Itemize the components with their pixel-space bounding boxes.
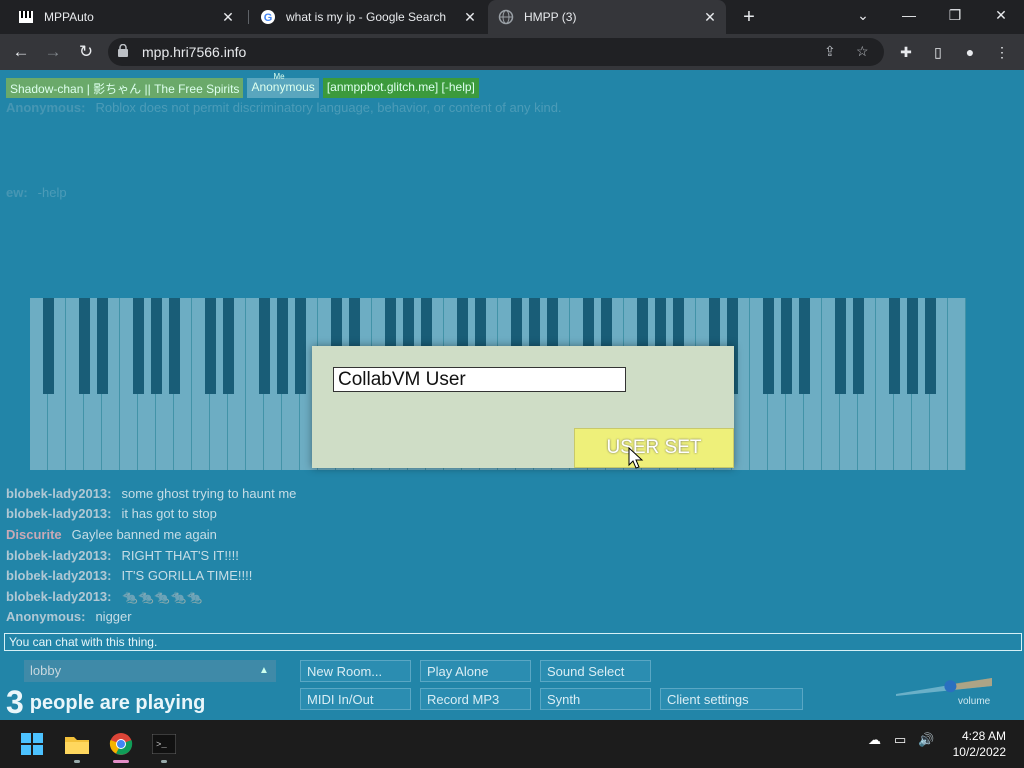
chat-message: blobek-lady2013: some ghost trying to hau…	[6, 486, 297, 501]
chrome-icon[interactable]	[107, 730, 135, 758]
black-key[interactable]	[762, 298, 774, 394]
terminal-icon[interactable]: >_	[150, 730, 178, 758]
network-off-icon[interactable]: ☁	[868, 732, 881, 748]
chat-message: blobek-lady2013: IT'S GORILLA TIME!!!!	[6, 568, 253, 583]
volume-label: volume	[958, 696, 991, 707]
tab-google-search[interactable]: G what is my ip - Google Search ✕	[250, 0, 486, 34]
tab-search-icon[interactable]: ⌄	[840, 0, 886, 30]
black-key[interactable]	[42, 298, 54, 394]
tab-title: what is my ip - Google Search	[286, 10, 447, 24]
close-tab-icon[interactable]: ✕	[702, 9, 718, 25]
participant-tag-me[interactable]: Me Anonymous	[247, 72, 319, 98]
menu-icon[interactable]: ⋮	[992, 42, 1012, 62]
close-tab-icon[interactable]: ✕	[462, 9, 478, 25]
close-tab-icon[interactable]: ✕	[220, 9, 236, 25]
windows-taskbar: >_ ☁ ▭ 🔊 4:28 AM 10/2/2022	[0, 720, 1024, 768]
chat-message: blobek-lady2013: RIGHT THAT'S IT!!!!	[6, 548, 239, 563]
client-settings-button[interactable]: Client settings	[660, 688, 803, 710]
close-window-button[interactable]: ✕	[978, 0, 1024, 30]
tab-mppauto[interactable]: MPPAuto ✕	[8, 0, 244, 34]
username-input[interactable]	[333, 367, 626, 392]
forward-icon[interactable]: →	[42, 41, 64, 63]
black-key[interactable]	[906, 298, 918, 394]
black-key[interactable]	[150, 298, 162, 394]
chat-input[interactable]: You can chat with this thing.	[4, 633, 1022, 651]
globe-icon	[498, 9, 514, 25]
address-bar[interactable]: mpp.hri7566.info ⇪ ☆	[108, 38, 884, 66]
white-key[interactable]	[948, 298, 966, 470]
black-key[interactable]	[132, 298, 144, 394]
svg-text:>_: >_	[156, 740, 167, 750]
system-clock[interactable]: 4:28 AM 10/2/2022	[944, 728, 1006, 760]
black-key[interactable]	[168, 298, 180, 394]
black-key[interactable]	[834, 298, 846, 394]
windows-start-icon[interactable]	[18, 730, 46, 758]
participant-list: Shadow-chan | 影ちゃん || The Free Spirits M…	[6, 72, 479, 98]
mpp-page: Shadow-chan | 影ちゃん || The Free Spirits M…	[0, 70, 1024, 720]
user-set-button[interactable]: USER SET	[574, 428, 734, 468]
mouse-cursor	[628, 447, 644, 469]
file-explorer-icon[interactable]	[63, 730, 91, 758]
black-key[interactable]	[780, 298, 792, 394]
participant-tag[interactable]: Shadow-chan | 影ちゃん || The Free Spirits	[6, 78, 244, 98]
display-icon[interactable]: ▭	[894, 732, 906, 748]
browser-tab-bar: MPPAuto ✕ G what is my ip - Google Searc…	[0, 0, 1024, 34]
bookmark-star-icon[interactable]: ☆	[856, 43, 869, 60]
chat-message: ew: -help	[6, 185, 67, 200]
volume-slider[interactable]: volume	[896, 678, 996, 707]
profile-icon[interactable]: ●	[960, 42, 980, 62]
chat-message: Anonymous: Roblox does not permit discrim…	[6, 100, 562, 115]
url-text: mpp.hri7566.info	[142, 44, 247, 60]
lock-icon	[118, 43, 132, 58]
black-key[interactable]	[258, 298, 270, 394]
black-key[interactable]	[222, 298, 234, 394]
tab-title: HMPP (3)	[524, 10, 577, 24]
black-key[interactable]	[294, 298, 306, 394]
chat-message: Anonymous: nigger	[6, 609, 132, 624]
restore-button[interactable]: ❐	[932, 0, 978, 30]
play-alone-button[interactable]: Play Alone	[420, 660, 531, 682]
player-count: 3 people are playing	[6, 684, 206, 720]
side-panel-icon[interactable]: ▯	[928, 42, 948, 62]
extensions-icon[interactable]: ✚	[896, 42, 916, 62]
tab-hmpp[interactable]: HMPP (3) ✕	[488, 0, 726, 34]
black-key[interactable]	[798, 298, 810, 394]
black-key[interactable]	[78, 298, 90, 394]
tab-title: MPPAuto	[44, 10, 94, 24]
chat-message: Discurite Gaylee banned me again	[6, 527, 217, 542]
me-badge: Me	[273, 72, 285, 81]
chat-message: blobek-lady2013: it has got to stop	[6, 506, 217, 521]
record-mp3-button[interactable]: Record MP3	[420, 688, 531, 710]
black-key[interactable]	[888, 298, 900, 394]
black-key[interactable]	[852, 298, 864, 394]
participant-tag[interactable]: [anmppbot.glitch.me] [-help]	[322, 78, 479, 98]
chat-message: blobek-lady2013: 🐀🐀🐀🐀🐀	[6, 589, 203, 604]
piano-icon	[18, 9, 34, 25]
bottom-controls: lobby ▲ 3 people are playing New Room... …	[0, 654, 1024, 720]
google-icon: G	[260, 9, 276, 25]
set-name-dialog: USER SET	[312, 346, 734, 468]
black-key[interactable]	[96, 298, 108, 394]
minimize-button[interactable]: —	[886, 0, 932, 30]
room-select[interactable]: lobby ▲	[24, 660, 276, 682]
back-icon[interactable]: ←	[10, 41, 32, 63]
svg-text:G: G	[264, 12, 273, 24]
sound-select-button[interactable]: Sound Select	[540, 660, 651, 682]
new-room-button[interactable]: New Room...	[300, 660, 411, 682]
black-key[interactable]	[276, 298, 288, 394]
synth-button[interactable]: Synth	[540, 688, 651, 710]
browser-toolbar: ← → ↻ mpp.hri7566.info ⇪ ☆ ✚ ▯ ● ⋮	[0, 34, 1024, 70]
chevron-up-icon: ▲	[259, 665, 269, 676]
share-icon[interactable]: ⇪	[824, 43, 836, 60]
new-tab-button[interactable]: +	[738, 6, 760, 28]
black-key[interactable]	[924, 298, 936, 394]
reload-icon[interactable]: ↻	[75, 41, 97, 63]
speaker-icon[interactable]: 🔊	[918, 732, 934, 748]
midi-button[interactable]: MIDI In/Out	[300, 688, 411, 710]
black-key[interactable]	[204, 298, 216, 394]
